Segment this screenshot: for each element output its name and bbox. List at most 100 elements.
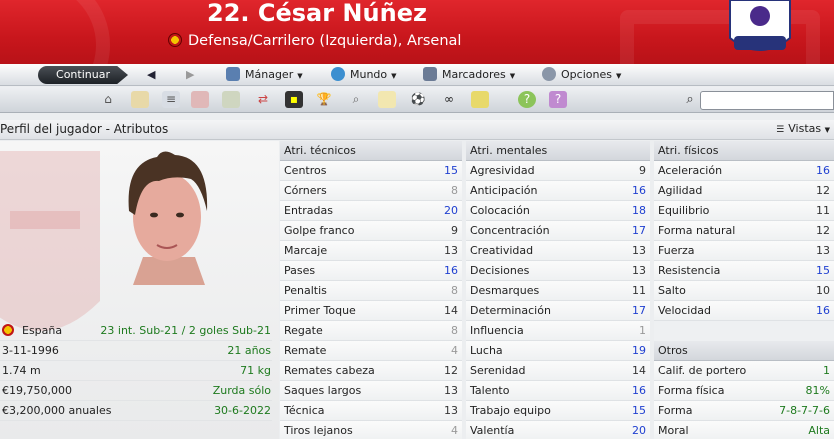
mental-attr-value: 9 — [639, 164, 646, 177]
technical-attr-name: Centros — [284, 164, 327, 177]
technical-attr-value: 16 — [444, 264, 458, 277]
manager-icon — [226, 67, 240, 81]
notes-icon[interactable] — [378, 91, 396, 108]
mental-attr-name: Creatividad — [470, 244, 534, 257]
technical-attr-name: Regate — [284, 324, 323, 337]
physical-attr-row: Forma natural 12 — [654, 221, 834, 241]
spain-flag-icon — [168, 33, 182, 47]
technical-attr-name: Remates cabeza — [284, 364, 375, 377]
finances-icon[interactable] — [471, 91, 489, 108]
mental-attr-name: Influencia — [470, 324, 524, 337]
technical-attr-value: 8 — [451, 324, 458, 337]
menu-world[interactable]: Mundo ▼ — [331, 64, 397, 86]
technical-attr-name: Entradas — [284, 204, 333, 217]
mental-attr-name: Desmarques — [470, 284, 540, 297]
age-text: 21 años — [227, 344, 271, 357]
menu-options[interactable]: Opciones ▼ — [542, 64, 621, 86]
technical-attr-value: 12 — [444, 364, 458, 377]
tips-icon[interactable]: ? — [549, 91, 567, 108]
views-dropdown[interactable]: ☰ Vistas ▼ — [776, 122, 830, 135]
technical-attributes-panel: Atri. técnicos Centros 15 Córners 8 Entradas… — [280, 141, 462, 439]
height-text: 1.74 m — [2, 364, 41, 377]
technical-attr-value: 4 — [451, 344, 458, 357]
physical-attr-value: 16 — [816, 164, 830, 177]
other-attr-value: 81% — [805, 384, 830, 397]
mental-attr-name: Lucha — [470, 344, 503, 357]
physical-attr-value: 10 — [816, 284, 830, 297]
weight-text: 71 kg — [240, 364, 271, 377]
dob-row: 3-11-1996 21 años — [0, 341, 272, 361]
physical-attr-value: 12 — [816, 224, 830, 237]
back-arrow-icon[interactable]: ◀ — [147, 68, 155, 81]
physical-attr-name: Velocidad — [658, 304, 712, 317]
player-info-panel: España 23 int. Sub-21 / 2 goles Sub-21 3… — [0, 141, 279, 439]
spain-flag-icon — [2, 324, 14, 336]
options-gear-icon — [542, 67, 556, 81]
menu-world-label: Mundo — [350, 68, 388, 81]
technical-header: Atri. técnicos — [280, 141, 462, 161]
mental-attr-name: Agresividad — [470, 164, 535, 177]
mental-header: Atri. mentales — [466, 141, 650, 161]
technical-attr-value: 4 — [451, 424, 458, 437]
mental-attr-row: Serenidad 14 — [466, 361, 650, 381]
technical-attr-name: Golpe franco — [284, 224, 355, 237]
technical-attr-value: 8 — [451, 184, 458, 197]
other-attr-name: Moral — [658, 424, 689, 437]
other-attr-row: Forma física 81% — [654, 381, 834, 401]
wage-text: €3,200,000 anuales — [2, 404, 112, 417]
mental-attr-value: 15 — [632, 404, 646, 417]
physical-attr-name: Aceleración — [658, 164, 723, 177]
technical-attr-row: Saques largos 13 — [280, 381, 462, 401]
nation-row: España 23 int. Sub-21 / 2 goles Sub-21 — [0, 321, 272, 341]
binoculars-icon[interactable]: ∞ — [440, 91, 458, 108]
subheader-bar: Perfil del jugador - Atributos ☰ Vistas ▼ — [0, 120, 834, 140]
menu-bookmarks[interactable]: Marcadores ▼ — [423, 64, 515, 86]
technical-attr-value: 13 — [444, 384, 458, 397]
other-attr-row: Forma 7-8-7-7-6 — [654, 401, 834, 421]
technical-attr-value: 14 — [444, 304, 458, 317]
position-club-text[interactable]: Defensa/Carrilero (Izquierda), Arsenal — [188, 33, 461, 49]
breadcrumb: Perfil del jugador - Atributos — [0, 122, 169, 136]
caps-text: 23 int. Sub-21 / 2 goles Sub-21 — [100, 324, 271, 337]
physical-attr-row: Velocidad 16 — [654, 301, 834, 321]
forward-arrow-icon[interactable]: ▶ — [186, 68, 194, 81]
scouting-icon[interactable]: ⌕ — [347, 91, 365, 108]
nation-label: España — [2, 321, 62, 341]
technical-attr-row: Centros 15 — [280, 161, 462, 181]
trophy-icon[interactable]: 🏆 — [315, 91, 333, 108]
transfers-icon[interactable]: ⇄ — [254, 91, 272, 108]
physical-attributes-panel: Atri. físicos Aceleración 16 Agilidad 12 Equ… — [654, 141, 834, 439]
premier-league-logo — [729, 0, 791, 51]
other-attr-name: Forma — [658, 404, 693, 417]
help-icon[interactable]: ? — [518, 91, 536, 108]
search-input[interactable] — [700, 91, 834, 110]
physical-attr-row: Agilidad 12 — [654, 181, 834, 201]
technical-attr-row: Penaltis 8 — [280, 281, 462, 301]
mental-attr-row: Agresividad 9 — [466, 161, 650, 181]
physical-attr-row: Equilibrio 11 — [654, 201, 834, 221]
views-label: Vistas — [788, 122, 822, 135]
physical-attr-name: Agilidad — [658, 184, 703, 197]
technical-attr-value: 8 — [451, 284, 458, 297]
technical-attr-name: Marcaje — [284, 244, 328, 257]
continue-button[interactable]: Continuar — [38, 66, 128, 84]
news-icon[interactable]: ≡ — [162, 91, 180, 108]
squad-icon[interactable] — [222, 91, 240, 108]
search-icon[interactable]: ⌕ — [681, 91, 699, 109]
player-portrait — [128, 151, 208, 285]
mental-attr-row: Talento 16 — [466, 381, 650, 401]
physical-attr-value: 11 — [816, 204, 830, 217]
calendar-icon[interactable] — [191, 91, 209, 108]
inbox-icon[interactable] — [131, 91, 149, 108]
other-attr-row: Moral Alta — [654, 421, 834, 439]
home-icon[interactable]: ⌂ — [99, 91, 117, 108]
other-attr-name: Calif. de portero — [658, 364, 747, 377]
other-attr-value: 1 — [823, 364, 830, 377]
technical-attr-name: Técnica — [284, 404, 325, 417]
other-attr-row: Calif. de portero 1 — [654, 361, 834, 381]
menu-manager-label: Mánager — [245, 68, 294, 81]
menu-manager[interactable]: Mánager ▼ — [226, 64, 303, 86]
match-icon[interactable]: ⚽ — [409, 91, 427, 108]
mental-attr-row: Influencia 1 — [466, 321, 650, 341]
tactics-icon[interactable]: ▪ — [285, 91, 303, 108]
